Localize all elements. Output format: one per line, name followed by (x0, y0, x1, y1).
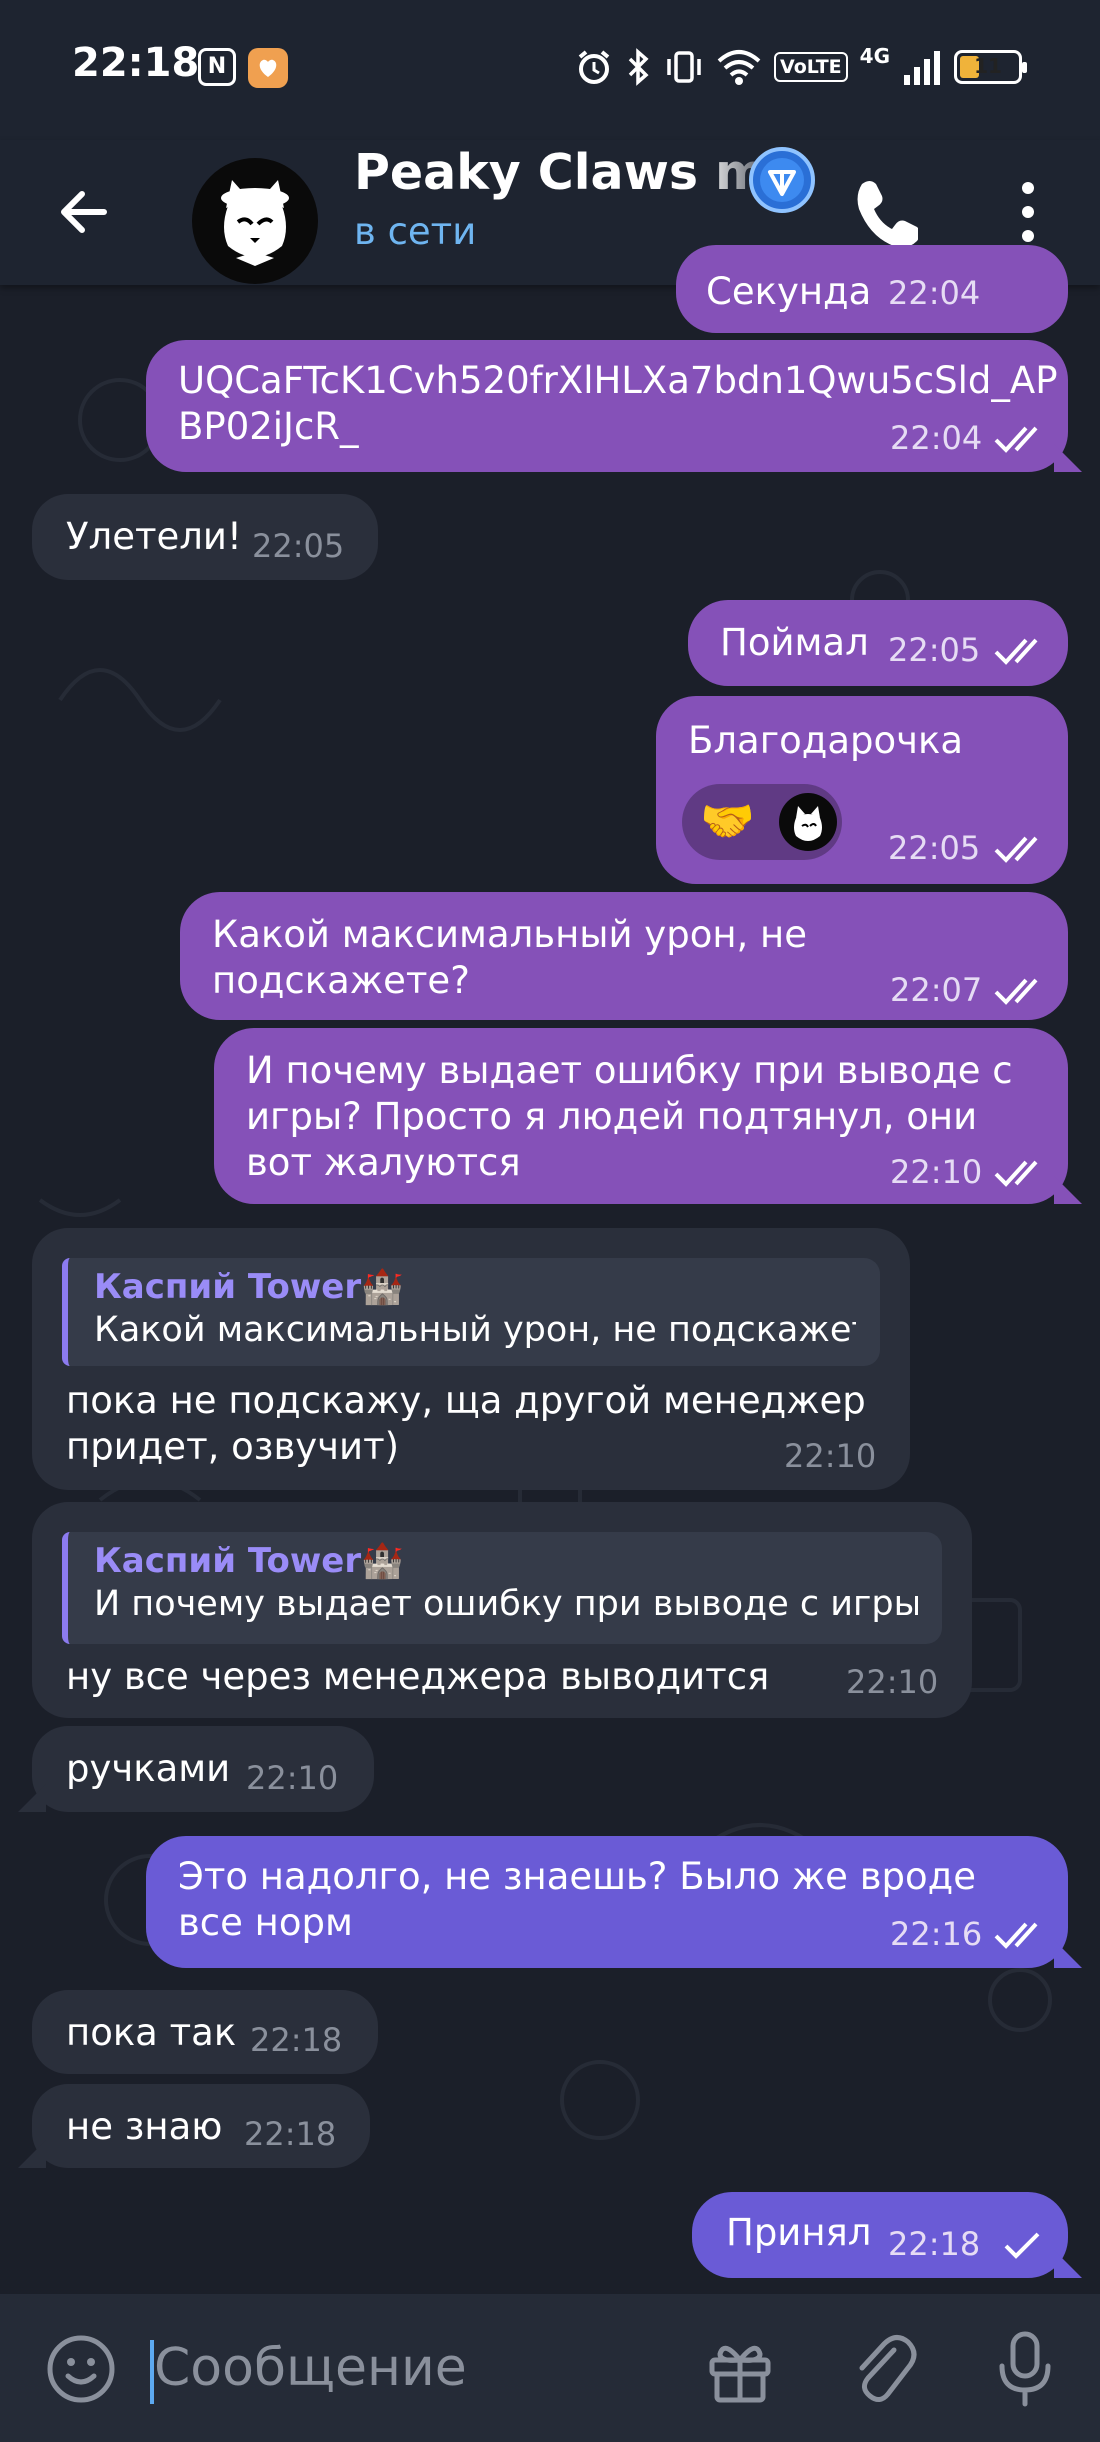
sent-checkmark-icon (1004, 2232, 1040, 2259)
message-time: 22:05 (888, 829, 981, 867)
message-incoming[interactable]: пока так 22:18 (32, 1990, 378, 2074)
online-status: в сети (354, 210, 477, 253)
message-incoming[interactable]: Каспий Tower🏰 Какой максимальный урон, н… (32, 1228, 910, 1490)
message-text: пока так (66, 2011, 237, 2054)
read-checkmarks-icon (994, 1160, 1038, 1187)
nfc-icon: N (198, 48, 236, 86)
status-time: 22:18 (72, 40, 200, 86)
status-bar: 22:18 N VoLTE 4G 11 (0, 0, 1100, 140)
message-time: 22:05 (888, 631, 981, 669)
message-time: 22:10 (246, 1759, 339, 1797)
message-text: ручками (66, 1747, 231, 1790)
volte-icon: VoLTE (774, 52, 848, 82)
read-checkmarks-icon (994, 978, 1038, 1005)
message-time: 22:04 (890, 419, 983, 457)
microphone-icon[interactable] (994, 2330, 1056, 2408)
read-checkmarks-icon (994, 836, 1038, 863)
read-checkmarks-icon (994, 426, 1038, 453)
message-time: 22:18 (250, 2021, 343, 2059)
reply-quote[interactable]: Каспий Tower🏰 Какой максимальный урон, н… (62, 1258, 880, 1366)
message-time: 22:07 (890, 971, 983, 1009)
alarm-icon (578, 50, 610, 84)
network-type: 4G (859, 44, 890, 68)
reactor-avatar (779, 793, 837, 851)
message-text: Принял (726, 2211, 872, 2254)
message-text: не знаю (66, 2105, 223, 2148)
message-text: Секунда (706, 270, 872, 313)
back-arrow-icon[interactable] (52, 180, 116, 244)
message-time: 22:05 (252, 527, 345, 565)
message-text: Улетели! (66, 515, 242, 558)
battery-level: 11 (974, 54, 1002, 78)
message-time: 22:04 (888, 274, 981, 312)
signal-icon (904, 51, 940, 85)
reaction-chip[interactable]: 🤝 (682, 784, 842, 860)
notification-app-icon (248, 48, 288, 88)
message-text: Благодарочка (688, 719, 964, 762)
message-outgoing[interactable]: Какой максимальный урон, не подскажете? … (180, 892, 1068, 1020)
message-outgoing[interactable]: Поймал 22:05 (688, 600, 1068, 686)
message-time: 22:10 (846, 1663, 939, 1701)
read-checkmarks-icon (994, 638, 1038, 665)
reply-text: И почему выдает ошибку при выводе с игры… (94, 1584, 918, 1624)
reply-author: Каспий Tower🏰 (94, 1541, 404, 1581)
message-time: 22:18 (244, 2115, 337, 2153)
message-time: 22:10 (890, 1153, 983, 1191)
message-outgoing[interactable]: И почему выдает ошибку при выводе с игры… (214, 1028, 1068, 1204)
message-outgoing[interactable]: UQCaFTcK1Cvh520frXlHLXa7bdn1Qwu5cSld_APB… (146, 340, 1068, 472)
read-checkmarks-icon (994, 1922, 1038, 1949)
handshake-emoji: 🤝 (700, 796, 755, 847)
reply-quote[interactable]: Каспий Tower🏰 И почему выдает ошибку при… (62, 1532, 942, 1644)
message-input[interactable]: Сообщение (154, 2338, 467, 2398)
message-outgoing[interactable]: Принял 22:18 (692, 2192, 1068, 2278)
gift-icon[interactable] (704, 2334, 776, 2406)
message-text: ну все через менеджера выводится (66, 1655, 770, 1698)
message-text: пока не подскажу, ща другой менеджер при… (66, 1379, 866, 1468)
message-incoming[interactable]: ручками 22:10 (32, 1726, 374, 1812)
message-outgoing[interactable]: Секунда 22:04 (676, 245, 1068, 333)
emoji-icon[interactable] (46, 2334, 116, 2404)
wifi-icon (717, 50, 761, 85)
message-time: 22:18 (888, 2225, 981, 2263)
message-time: 22:16 (890, 1915, 983, 1953)
attach-icon[interactable] (848, 2332, 920, 2408)
reply-text: Какой максимальный урон, не подскажете? (94, 1310, 856, 1350)
message-incoming[interactable]: Улетели! 22:05 (32, 494, 378, 580)
message-incoming[interactable]: Каспий Tower🏰 И почему выдает ошибку при… (32, 1502, 972, 1718)
phone-icon[interactable] (848, 170, 918, 250)
message-time: 22:10 (784, 1437, 877, 1475)
vibrate-icon (667, 51, 701, 83)
message-outgoing[interactable]: Это надолго, не знаешь? Было же вроде вс… (146, 1836, 1068, 1968)
battery-icon: 11 (954, 50, 1027, 84)
message-outgoing[interactable]: Благодарочка 🤝 22:05 (656, 696, 1068, 884)
reply-author: Каспий Tower🏰 (94, 1267, 404, 1307)
message-input-bar: Сообщение (0, 2294, 1100, 2442)
more-options-icon[interactable] (1000, 174, 1056, 250)
message-incoming[interactable]: не знаю 22:18 (32, 2084, 370, 2168)
message-text: Поймал (720, 621, 869, 664)
bluetooth-icon (628, 48, 649, 86)
avatar[interactable] (192, 158, 318, 284)
ton-badge-icon (749, 147, 815, 213)
